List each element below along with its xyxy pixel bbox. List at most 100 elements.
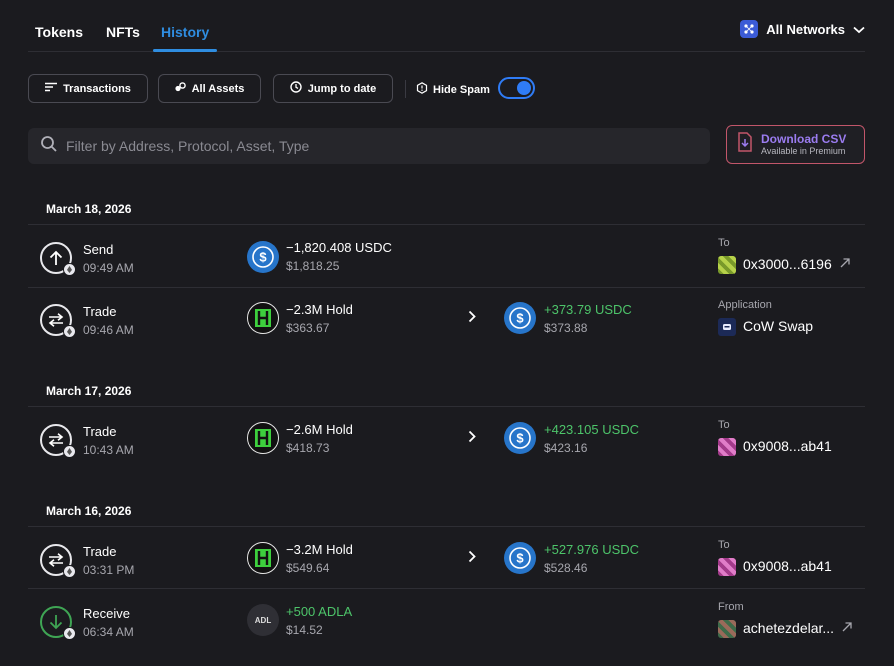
active-tab-indicator <box>153 49 217 52</box>
adla-token-icon: ADL <box>247 604 279 636</box>
date-header: March 18, 2026 <box>46 202 132 216</box>
received-amount: +527.976 USDC <box>544 542 640 557</box>
transaction-time: 10:43 AM <box>83 443 134 457</box>
send-icon <box>40 242 76 276</box>
all-assets-label: All Assets <box>191 82 245 95</box>
jump-to-date-button[interactable]: Jump to date <box>273 74 393 103</box>
sent-amount: −3.2M Hold <box>286 542 353 557</box>
received-amount: +373.79 USDC <box>544 302 632 317</box>
assets-icon <box>174 82 186 95</box>
counterparty-label: To <box>718 419 730 431</box>
ethereum-chain-icon <box>63 325 76 338</box>
sent-amount: −1,820.408 USDC <box>286 240 392 255</box>
received-usd-value: $14.52 <box>286 623 323 637</box>
transaction-time: 06:34 AM <box>83 625 134 639</box>
transaction-row[interactable]: Trade 03:31 PM −3.2M Hold $549.64 $ +527… <box>28 528 865 590</box>
divider <box>28 224 865 225</box>
sent-amount: −2.3M Hold <box>286 302 353 317</box>
transaction-time: 03:31 PM <box>83 563 135 577</box>
search-input[interactable] <box>66 138 686 154</box>
filter-divider <box>405 80 406 98</box>
date-header: March 16, 2026 <box>46 504 132 518</box>
address-avatar <box>718 256 736 274</box>
counterparty-address[interactable]: 0x9008...ab41 <box>743 558 832 574</box>
svg-text:$: $ <box>516 551 524 566</box>
networks-label: All Networks <box>766 21 845 37</box>
hide-spam: Hide Spam <box>416 82 490 97</box>
hold-token-icon <box>247 542 279 574</box>
received-usd-value: $528.46 <box>544 561 588 575</box>
received-usd-value: $423.16 <box>544 441 588 455</box>
download-csv-title: Download CSV <box>761 132 847 146</box>
transactions-filter-label: Transactions <box>63 82 131 95</box>
networks-dropdown[interactable]: All Networks <box>740 20 865 38</box>
transaction-row[interactable]: Receive 06:34 AM ADL +500 ADLA $14.52 Fr… <box>28 590 865 652</box>
hold-token-icon <box>247 302 279 334</box>
transactions-filter-button[interactable]: Transactions <box>28 74 148 103</box>
trade-icon <box>40 304 76 338</box>
counterparty-label: From <box>718 601 744 613</box>
sent-usd-value: $418.73 <box>286 441 330 455</box>
transaction-row[interactable]: Send 09:49 AM $ −1,820.408 USDC $1,818.2… <box>28 226 865 288</box>
filter-lines-icon <box>45 82 58 95</box>
svg-text:$: $ <box>516 311 524 326</box>
transaction-row[interactable]: Trade 10:43 AM −2.6M Hold $418.73 $ +423… <box>28 408 865 470</box>
address-avatar <box>718 620 736 638</box>
counterparty-address[interactable]: 0x3000...6196 <box>743 256 832 272</box>
tab-nfts[interactable]: NFTs <box>106 24 140 40</box>
sent-amount: −2.6M Hold <box>286 422 353 437</box>
search-bar <box>28 128 710 164</box>
chevron-right-icon <box>468 430 476 448</box>
all-assets-button[interactable]: All Assets <box>158 74 261 103</box>
svg-text:$: $ <box>516 431 524 446</box>
received-amount: +423.105 USDC <box>544 422 640 437</box>
received-usd-value: $373.88 <box>544 321 588 335</box>
jump-to-date-label: Jump to date <box>307 82 377 95</box>
transaction-row[interactable]: Trade 09:46 AM −2.3M Hold $363.67 $ +373… <box>28 288 865 350</box>
chevron-down-icon <box>853 22 865 37</box>
tabs-bar: Tokens NFTs History All Networks <box>28 0 865 52</box>
usdc-icon: $ <box>247 241 279 273</box>
usdc-icon: $ <box>504 542 536 574</box>
usdc-icon: $ <box>504 422 536 454</box>
ethereum-chain-icon <box>63 565 76 578</box>
transaction-type: Send <box>83 242 114 257</box>
chevron-right-icon <box>468 310 476 328</box>
counterparty-label: To <box>718 237 730 249</box>
usdc-icon: $ <box>504 302 536 334</box>
ethereum-chain-icon <box>63 445 76 458</box>
address-avatar <box>718 558 736 576</box>
counterparty-application[interactable]: CoW Swap <box>743 318 813 334</box>
receive-icon <box>40 606 76 640</box>
counterparty-label: Application <box>718 299 772 311</box>
date-header: March 17, 2026 <box>46 384 132 398</box>
address-avatar <box>718 438 736 456</box>
transaction-time: 09:49 AM <box>83 261 134 275</box>
cow-swap-icon <box>718 318 736 336</box>
divider <box>28 406 865 407</box>
download-csv-button[interactable]: Download CSV Available in Premium <box>726 125 865 164</box>
transaction-type: Trade <box>83 544 117 559</box>
transaction-time: 09:46 AM <box>83 323 134 337</box>
sent-usd-value: $549.64 <box>286 561 330 575</box>
external-link-icon[interactable] <box>840 257 850 271</box>
transaction-type: Trade <box>83 424 117 439</box>
divider <box>28 526 865 527</box>
clock-icon <box>290 81 302 96</box>
hide-spam-toggle[interactable] <box>498 77 535 99</box>
hold-token-icon <box>247 422 279 454</box>
counterparty-address[interactable]: achetezdelar... <box>743 620 834 636</box>
sent-usd-value: $363.67 <box>286 321 330 335</box>
external-link-icon[interactable] <box>842 621 852 635</box>
chevron-right-icon <box>468 550 476 568</box>
counterparty-label: To <box>718 539 730 551</box>
divider <box>28 588 865 589</box>
tab-tokens[interactable]: Tokens <box>35 24 83 40</box>
svg-text:$: $ <box>259 250 267 265</box>
toggle-knob <box>517 81 531 95</box>
download-csv-subtitle: Available in Premium <box>761 146 846 156</box>
transaction-type: Trade <box>83 304 117 319</box>
shield-icon <box>416 82 428 97</box>
tab-history[interactable]: History <box>161 24 209 40</box>
counterparty-address[interactable]: 0x9008...ab41 <box>743 438 832 454</box>
